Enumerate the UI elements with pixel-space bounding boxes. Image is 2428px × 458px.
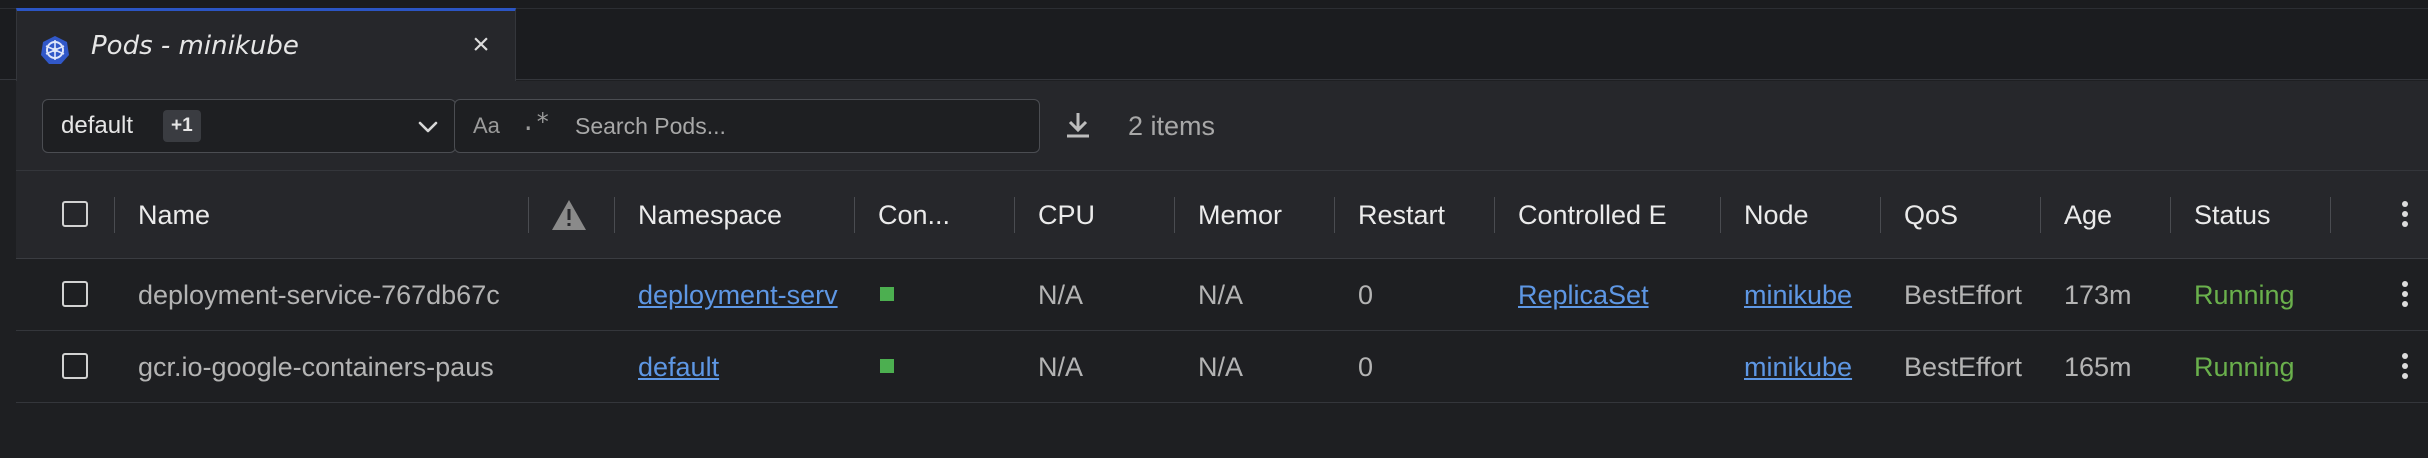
- column-header-name[interactable]: Name: [138, 171, 538, 259]
- column-divider: [614, 197, 615, 233]
- column-header-node[interactable]: Node: [1744, 171, 1874, 259]
- pod-node-link[interactable]: minikube: [1744, 331, 1880, 403]
- column-header-cpu[interactable]: CPU: [1038, 171, 1168, 259]
- items-count: 2 items: [1128, 111, 1216, 141]
- pod-restarts: 0: [1358, 280, 1374, 310]
- column-header-status[interactable]: Status: [2194, 171, 2324, 259]
- table-header: Name Namespace Con... CPU Memor Restart …: [16, 171, 2428, 259]
- row-menu-icon[interactable]: [2400, 353, 2410, 389]
- column-header-namespace[interactable]: Namespace: [638, 171, 858, 259]
- row-menu-icon[interactable]: [2400, 281, 2410, 317]
- column-divider: [2040, 197, 2041, 233]
- column-divider: [1880, 197, 1881, 233]
- pod-name: gcr.io-google-containers-paus: [138, 352, 494, 382]
- pods-table: Name Namespace Con... CPU Memor Restart …: [16, 171, 2428, 458]
- container-status-indicator[interactable]: [880, 359, 894, 373]
- pod-status: Running: [2194, 280, 2295, 310]
- pod-controller-link[interactable]: ReplicaSet: [1518, 259, 1718, 331]
- pod-node-link[interactable]: minikube: [1744, 259, 1880, 331]
- warning-icon[interactable]: [550, 197, 588, 233]
- pod-qos: BestEffort: [1904, 352, 2023, 382]
- namespace-extra-badge: +1: [163, 110, 201, 142]
- namespace-select-value: default: [61, 112, 134, 139]
- match-case-toggle[interactable]: Aa: [473, 113, 500, 139]
- row-checkbox[interactable]: [62, 281, 88, 307]
- pod-controller-link[interactable]: [1518, 331, 1718, 403]
- column-header-restarts[interactable]: Restart: [1358, 171, 1452, 259]
- column-header-memory[interactable]: Memor: [1198, 171, 1292, 259]
- close-icon[interactable]: ×: [463, 27, 499, 63]
- tab-title: Pods - minikube: [91, 31, 299, 61]
- select-all-checkbox[interactable]: [62, 201, 88, 227]
- search-box: Aa .*: [454, 99, 1040, 153]
- column-divider: [1494, 197, 1495, 233]
- pod-qos: BestEffort: [1904, 280, 2023, 310]
- column-divider: [528, 197, 529, 233]
- pod-status: Running: [2194, 352, 2295, 382]
- pod-namespace-link[interactable]: deployment-serv: [638, 259, 854, 331]
- search-input[interactable]: [573, 108, 1023, 144]
- tab-pods-minikube[interactable]: Pods - minikube ×: [16, 8, 516, 81]
- pod-namespace-link[interactable]: default: [638, 331, 854, 403]
- pod-age: 173m: [2064, 280, 2132, 310]
- pod-cpu: N/A: [1038, 352, 1084, 382]
- column-menu-icon[interactable]: [2400, 201, 2410, 237]
- column-divider: [2170, 197, 2171, 233]
- regex-toggle[interactable]: .*: [521, 108, 550, 136]
- kubernetes-icon: [41, 36, 69, 64]
- column-divider: [1334, 197, 1335, 233]
- download-icon[interactable]: [1062, 109, 1094, 141]
- column-divider: [114, 197, 115, 233]
- row-checkbox[interactable]: [62, 353, 88, 379]
- pod-cpu: N/A: [1038, 280, 1084, 310]
- toolbar: default +1 Aa .* 2 items: [16, 81, 2428, 171]
- column-header-age[interactable]: Age: [2064, 171, 2174, 259]
- table-row[interactable]: deployment-service-767db67c deployment-s…: [16, 259, 2428, 331]
- tab-strip: Pods - minikube ×: [0, 0, 2428, 81]
- chevron-down-icon[interactable]: [415, 114, 441, 140]
- column-divider: [1720, 197, 1721, 233]
- column-header-containers[interactable]: Con...: [878, 171, 1008, 259]
- pod-age: 165m: [2064, 352, 2132, 382]
- column-divider: [2330, 197, 2331, 233]
- pod-restarts: 0: [1358, 352, 1374, 382]
- column-divider: [1014, 197, 1015, 233]
- column-divider: [854, 197, 855, 233]
- pod-memory: N/A: [1198, 352, 1244, 382]
- pod-name: deployment-service-767db67c: [138, 280, 500, 310]
- container-status-indicator[interactable]: [880, 287, 894, 301]
- namespace-select[interactable]: default +1: [42, 99, 456, 153]
- column-header-controlled-by[interactable]: Controlled E: [1518, 171, 1678, 259]
- pod-memory: N/A: [1198, 280, 1244, 310]
- table-row[interactable]: gcr.io-google-containers-paus default N/…: [16, 331, 2428, 403]
- column-divider: [1174, 197, 1175, 233]
- column-header-qos[interactable]: QoS: [1904, 171, 2034, 259]
